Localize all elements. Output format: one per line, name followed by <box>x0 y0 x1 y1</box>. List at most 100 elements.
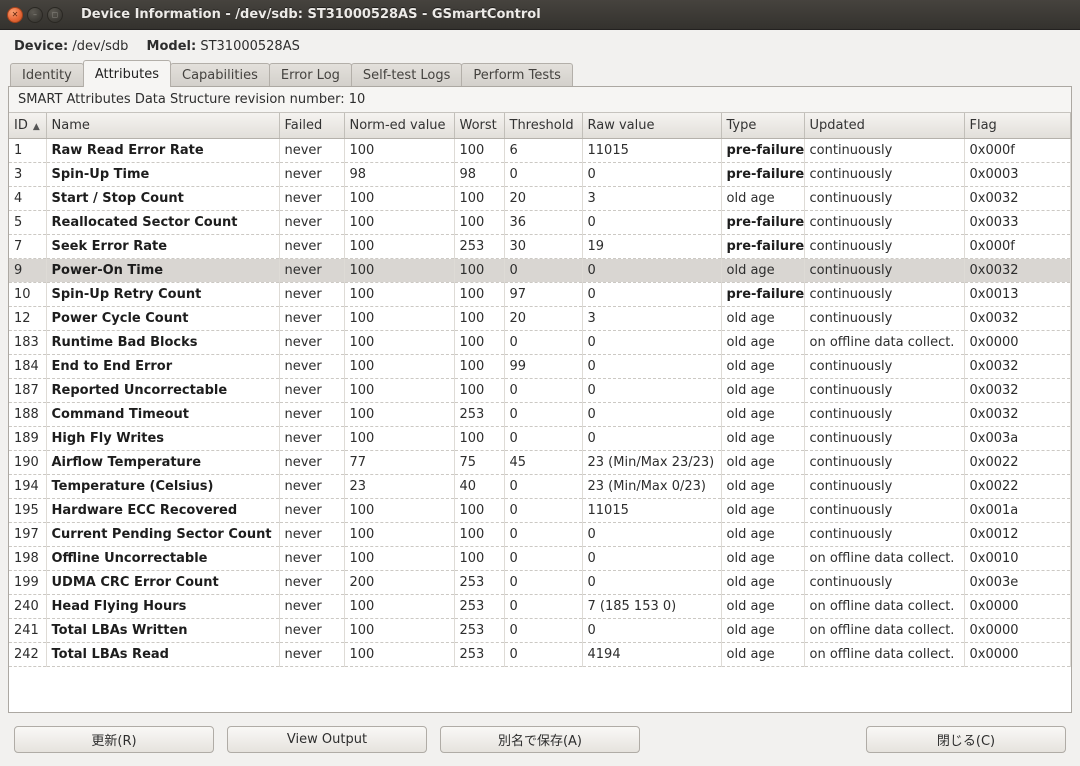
cell-flag: 0x003e <box>964 570 1071 594</box>
cell-updated: continuously <box>804 450 964 474</box>
cell-worst: 98 <box>454 162 504 186</box>
cell-worst: 100 <box>454 498 504 522</box>
cell-type: old age <box>721 594 804 618</box>
cell-raw: 0 <box>582 282 721 306</box>
cell-raw: 0 <box>582 402 721 426</box>
cell-id: 3 <box>9 162 46 186</box>
column-header-updated[interactable]: Updated <box>804 113 964 138</box>
cell-id: 7 <box>9 234 46 258</box>
cell-normed: 200 <box>344 570 454 594</box>
column-header-flag[interactable]: Flag <box>964 113 1071 138</box>
cell-type: old age <box>721 618 804 642</box>
cell-flag: 0x0022 <box>964 450 1071 474</box>
cell-raw: 0 <box>582 522 721 546</box>
save-as-button[interactable]: 別名で保存(A) <box>440 726 640 753</box>
cell-id: 183 <box>9 330 46 354</box>
cell-id: 198 <box>9 546 46 570</box>
view-output-button[interactable]: View Output <box>227 726 427 753</box>
cell-name: End to End Error <box>46 354 279 378</box>
cell-failed: never <box>279 282 344 306</box>
tab-self-test-logs[interactable]: Self-test Logs <box>351 63 463 86</box>
attribute-row-188[interactable]: 188Command Timeoutnever10025300old ageco… <box>9 402 1071 426</box>
attribute-row-7[interactable]: 7Seek Error Ratenever1002533019pre-failu… <box>9 234 1071 258</box>
cell-worst: 75 <box>454 450 504 474</box>
column-header-failed[interactable]: Failed <box>279 113 344 138</box>
button-row: 更新(R) View Output 別名で保存(A) 閉じる(C) <box>0 713 1080 766</box>
attribute-row-189[interactable]: 189High Fly Writesnever10010000old ageco… <box>9 426 1071 450</box>
tab-perform-tests[interactable]: Perform Tests <box>461 63 573 86</box>
column-header-raw[interactable]: Raw value <box>582 113 721 138</box>
cell-type: old age <box>721 378 804 402</box>
tab-identity[interactable]: Identity <box>10 63 84 86</box>
cell-failed: never <box>279 546 344 570</box>
minimize-window-button[interactable]: – <box>27 7 43 23</box>
attribute-row-195[interactable]: 195Hardware ECC Recoverednever1001000110… <box>9 498 1071 522</box>
maximize-window-button[interactable]: ◻ <box>47 7 63 23</box>
attribute-row-5[interactable]: 5Reallocated Sector Countnever100100360p… <box>9 210 1071 234</box>
tab-error-log[interactable]: Error Log <box>269 63 352 86</box>
cell-updated: on offline data collect. <box>804 618 964 642</box>
attribute-row-184[interactable]: 184End to End Errornever100100990old age… <box>9 354 1071 378</box>
cell-normed: 100 <box>344 354 454 378</box>
cell-worst: 100 <box>454 306 504 330</box>
cell-worst: 253 <box>454 618 504 642</box>
cell-failed: never <box>279 354 344 378</box>
close-button[interactable]: 閉じる(C) <box>866 726 1066 753</box>
refresh-button[interactable]: 更新(R) <box>14 726 214 753</box>
tab-attributes[interactable]: Attributes <box>83 60 171 87</box>
attribute-row-4[interactable]: 4Start / Stop Countnever100100203old age… <box>9 186 1071 210</box>
cell-worst: 253 <box>454 642 504 666</box>
cell-type: old age <box>721 306 804 330</box>
column-header-worst[interactable]: Worst <box>454 113 504 138</box>
cell-failed: never <box>279 186 344 210</box>
cell-failed: never <box>279 306 344 330</box>
attribute-row-183[interactable]: 183Runtime Bad Blocksnever10010000old ag… <box>9 330 1071 354</box>
column-header-threshold[interactable]: Threshold <box>504 113 582 138</box>
cell-id: 12 <box>9 306 46 330</box>
attribute-row-10[interactable]: 10Spin-Up Retry Countnever100100970pre-f… <box>9 282 1071 306</box>
cell-flag: 0x0013 <box>964 282 1071 306</box>
cell-threshold: 0 <box>504 618 582 642</box>
attribute-row-190[interactable]: 190Airflow Temperaturenever77754523 (Min… <box>9 450 1071 474</box>
cell-failed: never <box>279 594 344 618</box>
column-header-id[interactable]: ID▲ <box>9 113 46 138</box>
column-header-type[interactable]: Type <box>721 113 804 138</box>
close-window-button[interactable]: ✕ <box>7 7 23 23</box>
attribute-row-12[interactable]: 12Power Cycle Countnever100100203old age… <box>9 306 1071 330</box>
cell-name: Total LBAs Read <box>46 642 279 666</box>
attribute-row-198[interactable]: 198Offline Uncorrectablenever10010000old… <box>9 546 1071 570</box>
attribute-row-241[interactable]: 241Total LBAs Writtennever10025300old ag… <box>9 618 1071 642</box>
cell-normed: 100 <box>344 210 454 234</box>
cell-raw: 0 <box>582 330 721 354</box>
cell-name: High Fly Writes <box>46 426 279 450</box>
cell-normed: 100 <box>344 234 454 258</box>
cell-updated: continuously <box>804 138 964 162</box>
cell-flag: 0x0032 <box>964 378 1071 402</box>
attribute-row-9[interactable]: 9Power-On Timenever10010000old agecontin… <box>9 258 1071 282</box>
cell-updated: continuously <box>804 570 964 594</box>
cell-worst: 100 <box>454 354 504 378</box>
cell-name: Airflow Temperature <box>46 450 279 474</box>
attribute-row-240[interactable]: 240Head Flying Hoursnever10025307 (185 1… <box>9 594 1071 618</box>
attribute-row-3[interactable]: 3Spin-Up Timenever989800pre-failureconti… <box>9 162 1071 186</box>
cell-type: old age <box>721 546 804 570</box>
column-header-normed[interactable]: Norm-ed value <box>344 113 454 138</box>
attribute-row-1[interactable]: 1Raw Read Error Ratenever100100611015pre… <box>9 138 1071 162</box>
attributes-table-container[interactable]: ID▲NameFailedNorm-ed valueWorstThreshold… <box>9 113 1071 712</box>
cell-updated: continuously <box>804 426 964 450</box>
cell-flag: 0x0033 <box>964 210 1071 234</box>
cell-flag: 0x0032 <box>964 186 1071 210</box>
attribute-row-187[interactable]: 187Reported Uncorrectablenever10010000ol… <box>9 378 1071 402</box>
column-header-name[interactable]: Name <box>46 113 279 138</box>
cell-id: 242 <box>9 642 46 666</box>
attribute-row-242[interactable]: 242Total LBAs Readnever10025304194old ag… <box>9 642 1071 666</box>
tab-capabilities[interactable]: Capabilities <box>170 63 270 86</box>
attribute-row-197[interactable]: 197Current Pending Sector Countnever1001… <box>9 522 1071 546</box>
cell-type: pre-failure <box>721 162 804 186</box>
attribute-row-194[interactable]: 194Temperature (Celsius)never2340023 (Mi… <box>9 474 1071 498</box>
cell-id: 5 <box>9 210 46 234</box>
cell-threshold: 0 <box>504 426 582 450</box>
cell-raw: 0 <box>582 546 721 570</box>
attribute-row-199[interactable]: 199UDMA CRC Error Countnever20025300old … <box>9 570 1071 594</box>
cell-worst: 100 <box>454 546 504 570</box>
